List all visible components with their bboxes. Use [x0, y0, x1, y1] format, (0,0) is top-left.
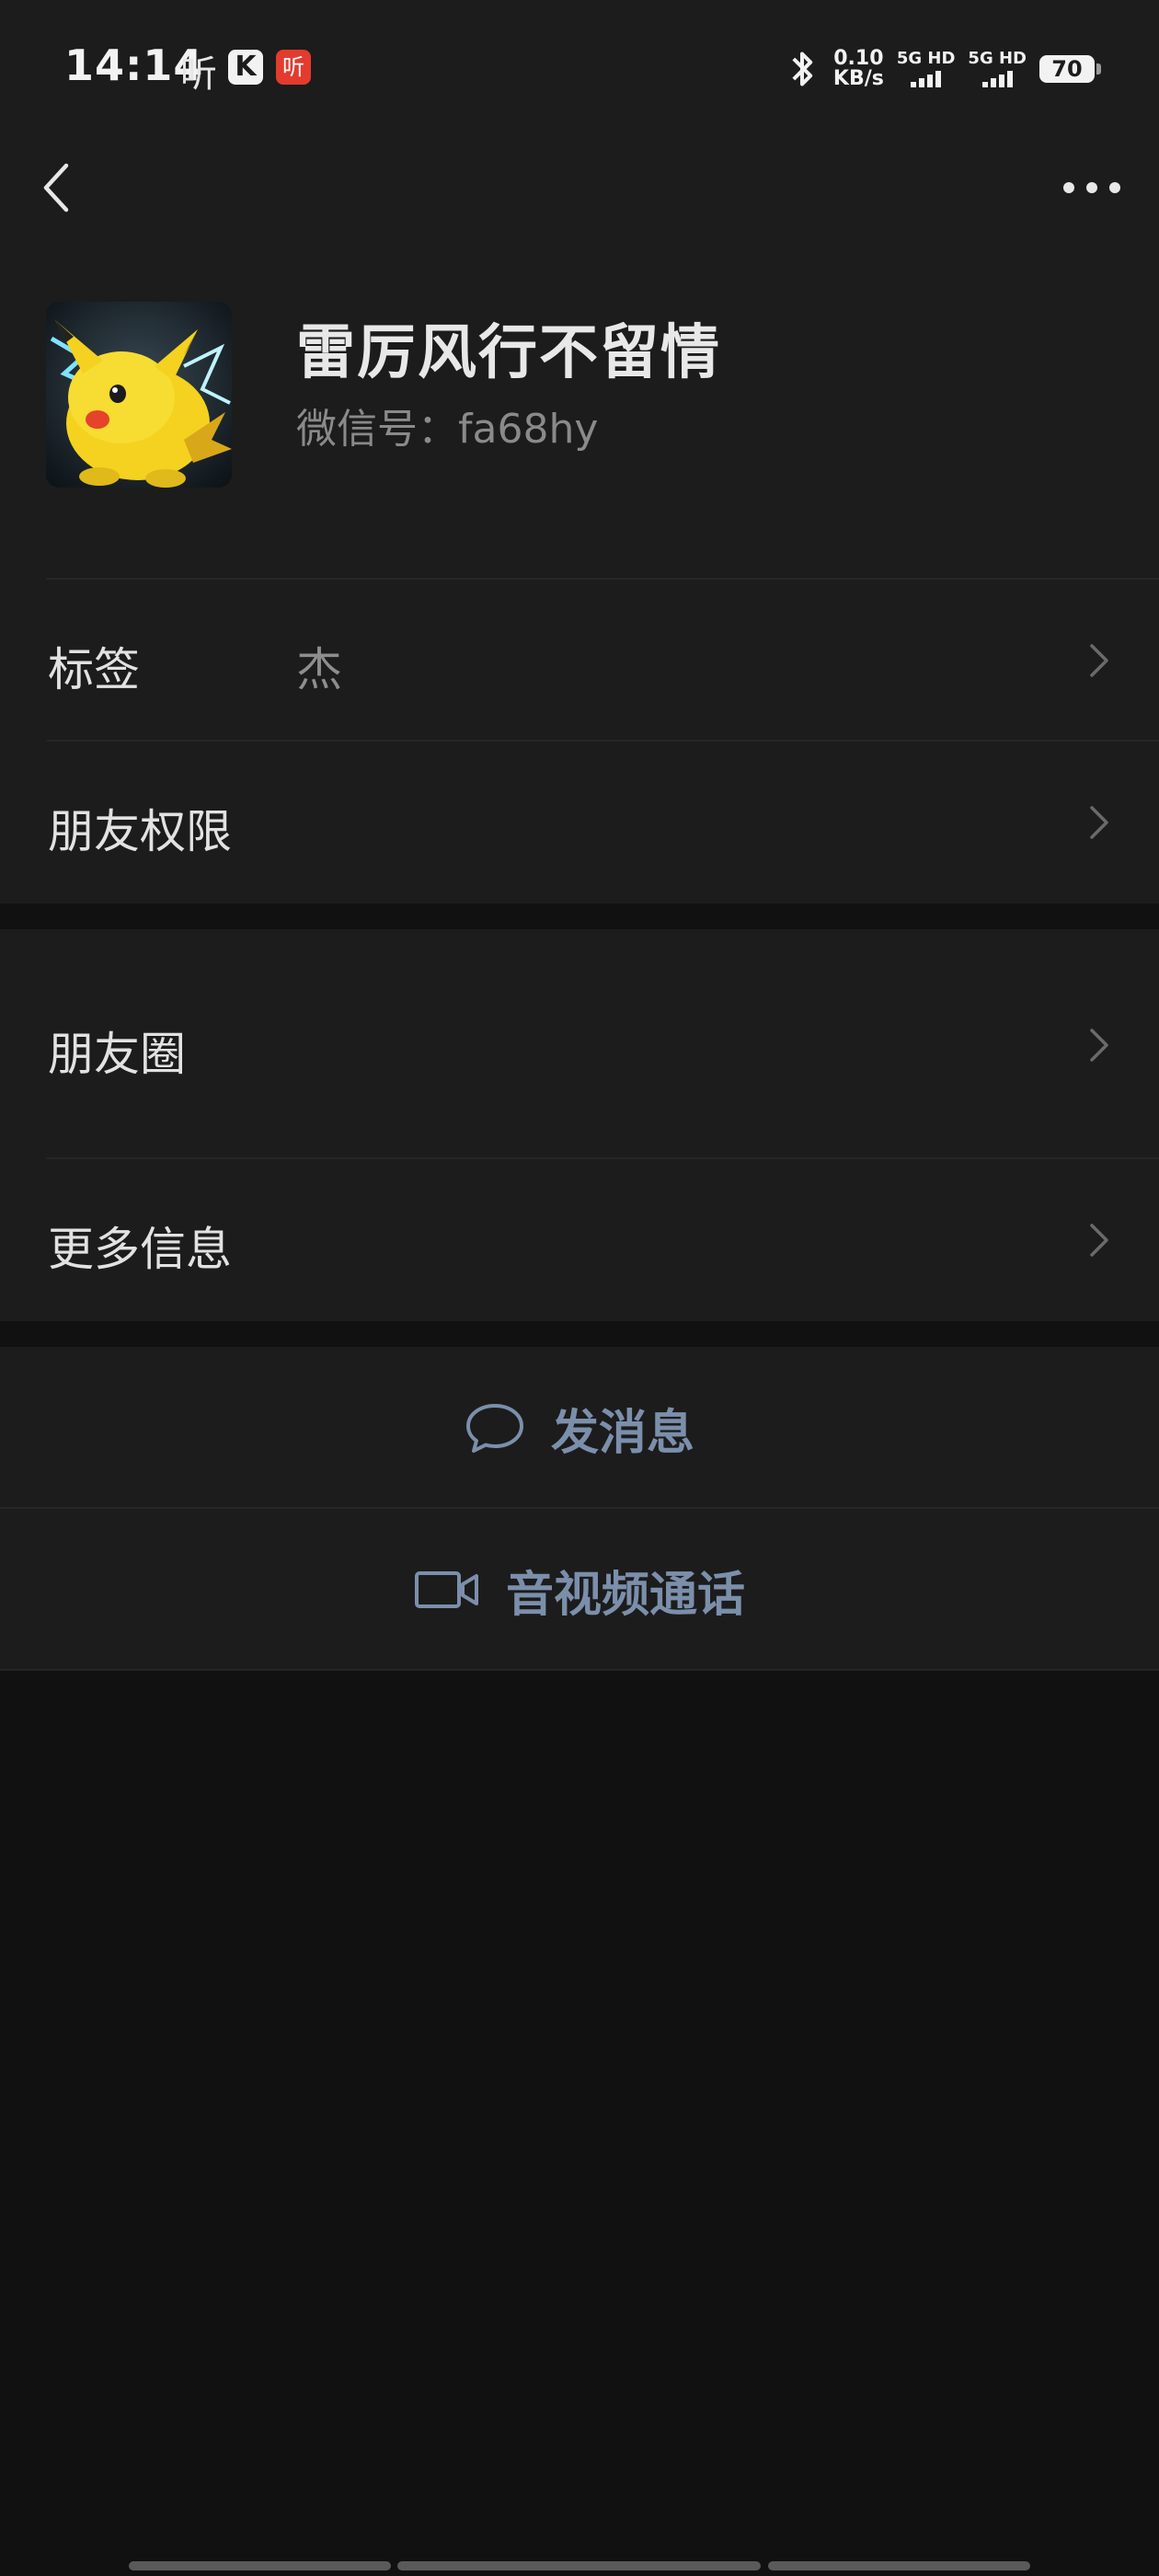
chat-bubble-icon [465, 1404, 523, 1453]
home-indicator [129, 2561, 391, 2570]
row-moments-label: 朋友圈 [48, 1028, 186, 1081]
sim2-signal: 5G HD [968, 51, 1027, 87]
network-speed-unit: KB/s [832, 67, 884, 90]
avatar[interactable] [46, 302, 232, 488]
row-tags-value: 杰 [296, 643, 342, 696]
profile-header: 雷厉风行不留情 微信号：fa68hy [0, 276, 1159, 580]
send-message-label: 发消息 [550, 1405, 694, 1461]
video-call-label: 音视频通话 [505, 1567, 745, 1623]
k-app-icon: K [228, 50, 263, 85]
more-options-icon[interactable] [1060, 169, 1124, 206]
row-permissions-label: 朋友权限 [48, 805, 232, 858]
row-tags-label: 标签 [48, 643, 140, 696]
row-moments[interactable]: 朋友圈 [0, 929, 1159, 1159]
video-call-button[interactable]: 音视频通话 [0, 1509, 1159, 1671]
listen-app-icon: 听 [180, 53, 217, 96]
signal-bars-icon [981, 71, 1013, 87]
send-message-button[interactable]: 发消息 [0, 1347, 1159, 1509]
row-more-info-label: 更多信息 [48, 1223, 232, 1276]
contact-nickname: 雷厉风行不留情 [296, 319, 721, 387]
status-bar: 14:14 听 K 听 0.10 KB/s 5G HD 5G HD 70 [0, 0, 1159, 138]
network-speed-value: 0.10 [833, 47, 884, 70]
video-camera-icon [414, 1571, 478, 1608]
divider [0, 1669, 1159, 1671]
chevron-right-icon [1090, 1224, 1108, 1257]
row-tags[interactable]: 标签 杰 [0, 580, 1159, 742]
row-more-info[interactable]: 更多信息 [0, 1159, 1159, 1321]
bluetooth-icon [792, 52, 813, 86]
sim1-label: 5G HD [896, 49, 956, 68]
status-indicators: 0.10 KB/s 5G HD 5G HD 70 [784, 46, 1101, 92]
battery-icon: 70 [1039, 55, 1101, 83]
section-gap [0, 903, 1159, 929]
contact-profile-screen: 14:14 听 K 听 0.10 KB/s 5G HD 5G HD 70 雷厉风… [0, 0, 1159, 2576]
wechat-id: 微信号：fa68hy [296, 406, 599, 453]
chevron-right-icon [1090, 806, 1108, 839]
chevron-right-icon [1090, 1029, 1108, 1062]
sim1-signal: 5G HD [896, 49, 956, 87]
chevron-right-icon [1090, 644, 1108, 677]
home-indicator [768, 2561, 1030, 2570]
row-friend-permissions[interactable]: 朋友权限 [0, 742, 1159, 903]
home-indicator [397, 2561, 761, 2570]
red-listen-app-icon: 听 [276, 50, 311, 85]
section-gap [0, 1321, 1159, 1347]
signal-bars-icon [911, 71, 942, 87]
network-speed: 0.10 KB/s [833, 49, 884, 89]
sim2-label: 5G HD [968, 49, 1027, 68]
back-arrow-icon[interactable] [37, 151, 83, 224]
